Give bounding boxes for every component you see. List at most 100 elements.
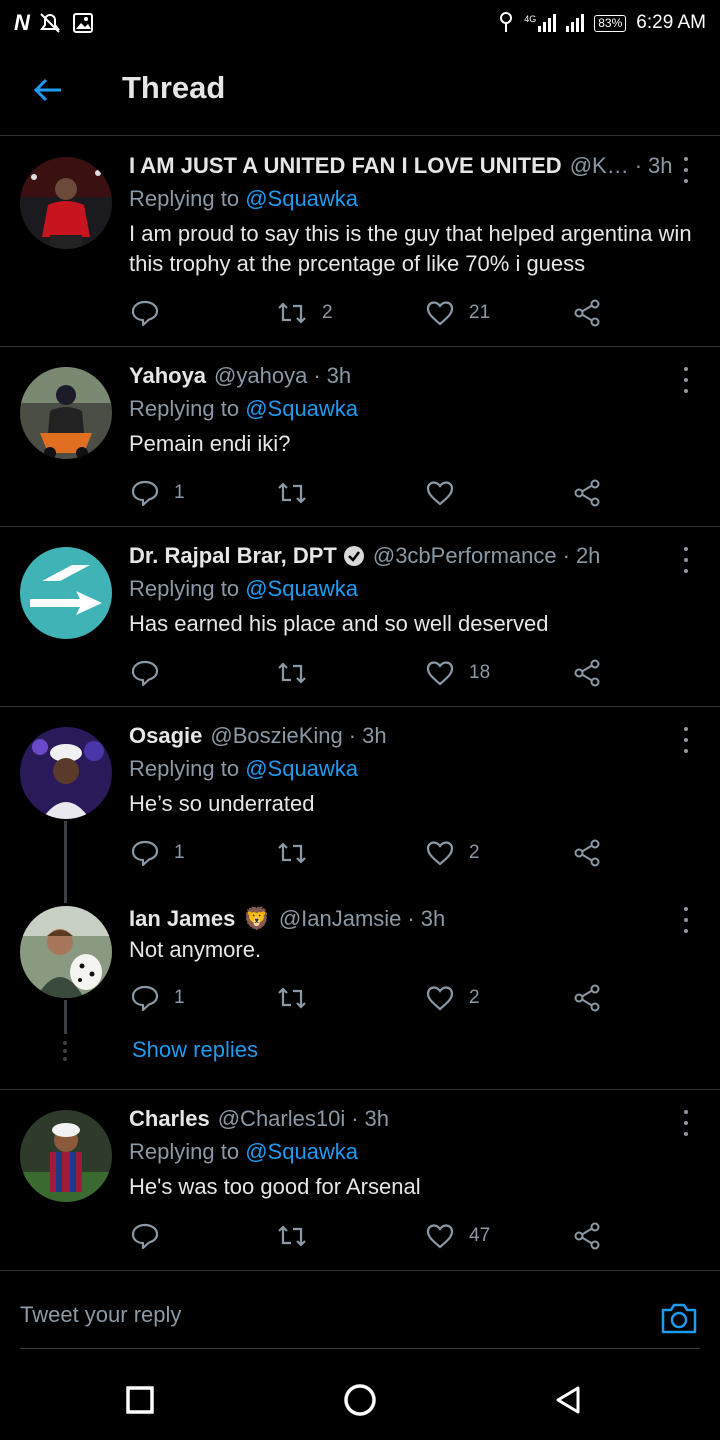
tweet-actions: 2 21 — [130, 297, 610, 329]
mention-link[interactable]: @Squawka — [245, 756, 358, 781]
like-button[interactable]: 21 — [425, 297, 490, 329]
tweet[interactable]: Dr. Rajpal Brar, DPT @3cbPerformance · 2… — [0, 527, 720, 707]
like-button[interactable] — [425, 477, 469, 509]
author-handle[interactable]: @Charles10i — [218, 1106, 346, 1132]
more-options-button[interactable] — [676, 727, 696, 753]
more-options-button[interactable] — [676, 157, 696, 183]
retweet-icon — [278, 987, 306, 1009]
retweet-icon — [278, 1225, 306, 1247]
tweet-text: I am proud to say this is the guy that h… — [129, 221, 692, 276]
system-nav-bar — [0, 1352, 720, 1440]
back-button[interactable] — [30, 74, 66, 106]
home-button[interactable] — [340, 1380, 380, 1420]
show-replies-link[interactable]: Show replies — [132, 1037, 258, 1063]
mention-link[interactable]: @Squawka — [245, 396, 358, 421]
retweet-button[interactable] — [276, 837, 322, 869]
thread-more-dots — [63, 1041, 67, 1061]
author-name[interactable]: Dr. Rajpal Brar, DPT — [129, 543, 337, 569]
like-button[interactable]: 2 — [425, 982, 480, 1014]
page-title: Thread — [122, 70, 226, 105]
like-count: 2 — [469, 842, 480, 863]
camera-button[interactable] — [660, 1301, 698, 1335]
reply-count: 1 — [174, 482, 185, 503]
tweet[interactable]: Yahoya @yahoya · 3h Replying to @Squawka… — [0, 347, 720, 527]
reply-icon — [131, 1223, 159, 1250]
author-handle[interactable]: @K… — [570, 153, 629, 179]
author-name[interactable]: Osagie — [129, 723, 202, 749]
share-button[interactable] — [572, 1220, 602, 1252]
tweet-time[interactable]: 3h — [365, 1106, 389, 1132]
reply-button[interactable] — [130, 297, 174, 329]
tweet-time[interactable]: 3h — [421, 906, 445, 932]
mention-link[interactable]: @Squawka — [245, 576, 358, 601]
thread-header: Thread — [0, 46, 720, 136]
back-nav-button[interactable] — [548, 1380, 588, 1420]
like-button[interactable]: 47 — [425, 1220, 490, 1252]
share-button[interactable] — [572, 657, 602, 689]
avatar[interactable] — [20, 906, 112, 998]
author-handle[interactable]: @yahoya — [214, 363, 307, 389]
heart-icon — [426, 301, 454, 326]
more-options-button[interactable] — [676, 547, 696, 573]
retweet-button[interactable]: 2 — [276, 297, 333, 329]
retweet-button[interactable] — [276, 1220, 322, 1252]
tweet-actions: 1 2 — [130, 982, 610, 1014]
tweet-time[interactable]: 3h — [648, 153, 672, 179]
share-button[interactable] — [572, 297, 602, 329]
avatar[interactable] — [20, 727, 112, 819]
author-name[interactable]: Ian James — [129, 906, 235, 932]
retweet-button[interactable] — [276, 982, 322, 1014]
share-icon — [574, 1222, 600, 1250]
author-name[interactable]: Charles — [129, 1106, 210, 1132]
reply-button[interactable]: 1 — [130, 837, 185, 869]
status-bar: N 4G 83% 6:29 AM — [0, 0, 720, 46]
reply-button[interactable] — [130, 657, 174, 689]
replying-to: Replying to @Squawka — [129, 1139, 359, 1164]
more-options-button[interactable] — [676, 907, 696, 933]
reply-button[interactable]: 1 — [130, 982, 185, 1014]
tweet[interactable]: Charles @Charles10i · 3h Replying to @Sq… — [0, 1090, 720, 1270]
reply-input[interactable] — [20, 1295, 620, 1335]
arrow-left-icon — [33, 78, 61, 102]
author-handle[interactable]: @3cbPerformance — [373, 543, 557, 569]
tweet-text: Pemain endi iki? — [129, 431, 291, 456]
like-button[interactable]: 18 — [425, 657, 490, 689]
notifications-off-icon — [39, 13, 60, 33]
tweet-time[interactable]: 2h — [576, 543, 600, 569]
like-button[interactable]: 2 — [425, 837, 480, 869]
author-name[interactable]: I AM JUST A UNITED FAN I LOVE UNITED — [129, 153, 562, 179]
separator-dot: · — [348, 723, 357, 748]
share-button[interactable] — [572, 837, 602, 869]
like-count: 47 — [469, 1225, 491, 1246]
retweet-icon — [278, 302, 306, 324]
reply-composer — [0, 1270, 720, 1350]
mention-link[interactable]: @Squawka — [245, 1139, 358, 1164]
tweet-time[interactable]: 3h — [327, 363, 351, 389]
tweet[interactable]: I AM JUST A UNITED FAN I LOVE UNITED @K…… — [0, 137, 720, 347]
author-handle[interactable]: @IanJamsie — [279, 906, 402, 932]
more-options-button[interactable] — [676, 367, 696, 393]
square-icon — [126, 1386, 154, 1414]
tweet-text: He's was too good for Arsenal — [129, 1174, 421, 1199]
retweet-count: 2 — [322, 302, 333, 323]
recents-button[interactable] — [120, 1380, 160, 1420]
author-handle[interactable]: @BoszieKing — [210, 723, 342, 749]
tweet-actions: 18 — [130, 657, 610, 689]
retweet-button[interactable] — [276, 657, 322, 689]
heart-icon — [426, 986, 454, 1011]
avatar[interactable] — [20, 367, 112, 459]
share-button[interactable] — [572, 477, 602, 509]
reply-button[interactable] — [130, 1220, 174, 1252]
retweet-button[interactable] — [276, 477, 322, 509]
share-button[interactable] — [572, 982, 602, 1014]
author-name[interactable]: Yahoya — [129, 363, 206, 389]
reply-button[interactable]: 1 — [130, 477, 185, 509]
avatar[interactable] — [20, 157, 112, 249]
circle-icon — [344, 1384, 376, 1416]
avatar[interactable] — [20, 547, 112, 639]
tweet-time[interactable]: 3h — [362, 723, 386, 749]
more-options-button[interactable] — [676, 1110, 696, 1136]
separator-dot: · — [351, 1106, 359, 1131]
avatar[interactable] — [20, 1110, 112, 1202]
mention-link[interactable]: @Squawka — [245, 186, 358, 211]
